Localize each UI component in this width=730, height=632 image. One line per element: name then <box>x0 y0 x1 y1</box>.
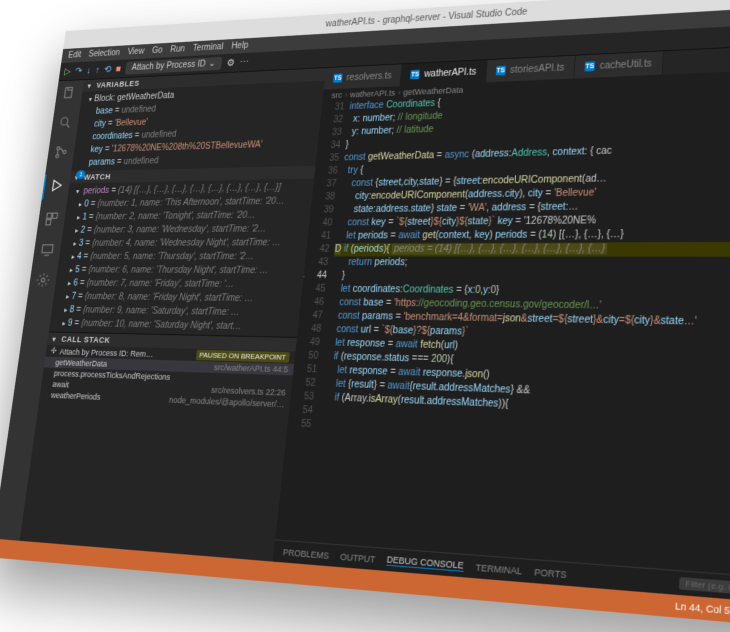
debug-config-picker[interactable]: Attach by Process ID ⌄ <box>125 57 223 75</box>
explorer-icon[interactable] <box>61 85 77 103</box>
watch-row[interactable]: 2 = {number: 3, name: 'Wednesday', start… <box>70 222 310 237</box>
gear-icon[interactable]: ⚙ <box>226 57 235 69</box>
variables-body: Block: getWeatherData base = undefined c… <box>71 81 324 172</box>
search-icon[interactable] <box>57 115 73 133</box>
panel-tab-terminal[interactable]: TERMINAL <box>475 562 522 576</box>
restart-icon[interactable]: ⟲ <box>103 64 112 75</box>
settings-gear-icon[interactable] <box>35 272 51 291</box>
source-control-icon[interactable] <box>53 144 69 162</box>
panel-tab-ports[interactable]: PORTS <box>534 566 567 579</box>
menu-edit[interactable]: Edit <box>68 50 82 60</box>
step-into-icon[interactable]: ↓ <box>86 65 92 75</box>
menu-go[interactable]: Go <box>151 46 163 56</box>
code-content[interactable]: interface Coordinates { x: number; // lo… <box>304 80 730 583</box>
watch-row[interactable]: 4 = {number: 5, name: 'Thursday', startT… <box>66 250 306 264</box>
continue-icon[interactable]: ▷ <box>64 66 72 77</box>
step-out-icon[interactable]: ↑ <box>95 65 101 75</box>
step-over-icon[interactable]: ↷ <box>74 65 82 76</box>
remote-icon[interactable] <box>39 242 55 260</box>
more-icon[interactable]: ⋯ <box>239 56 249 68</box>
extensions-icon[interactable] <box>43 211 59 229</box>
watch-row[interactable]: 3 = {number: 4, name: 'Wednesday Night',… <box>68 236 308 250</box>
panel-tab-problems[interactable]: PROBLEMS <box>282 547 329 561</box>
menu-help[interactable]: Help <box>231 41 249 51</box>
run-debug-icon[interactable]: 1 <box>42 174 71 199</box>
menu-run[interactable]: Run <box>170 44 186 54</box>
panel-tab-output[interactable]: OUTPUT <box>340 551 376 564</box>
debug-config-label: Attach by Process ID <box>131 59 206 72</box>
menu-terminal[interactable]: Terminal <box>192 42 224 53</box>
watch-body: periods = (14) [{…}, {…}, {…}, {…}, {…},… <box>49 178 314 336</box>
editor-area: TSresolvers.tsTSwatherAPI.tsTSstoriesAPI… <box>273 41 730 608</box>
menu-selection[interactable]: Selection <box>88 48 121 59</box>
stop-icon[interactable]: ■ <box>115 64 121 74</box>
gear-icon: ✢ <box>50 346 57 356</box>
chevron-down-icon: ⌄ <box>208 59 216 69</box>
status-item[interactable]: Ln 44, Col 5 <box>675 600 730 616</box>
panel-tab-debug-console[interactable]: DEBUG CONSOLE <box>386 554 464 572</box>
menu-view[interactable]: View <box>127 47 145 57</box>
